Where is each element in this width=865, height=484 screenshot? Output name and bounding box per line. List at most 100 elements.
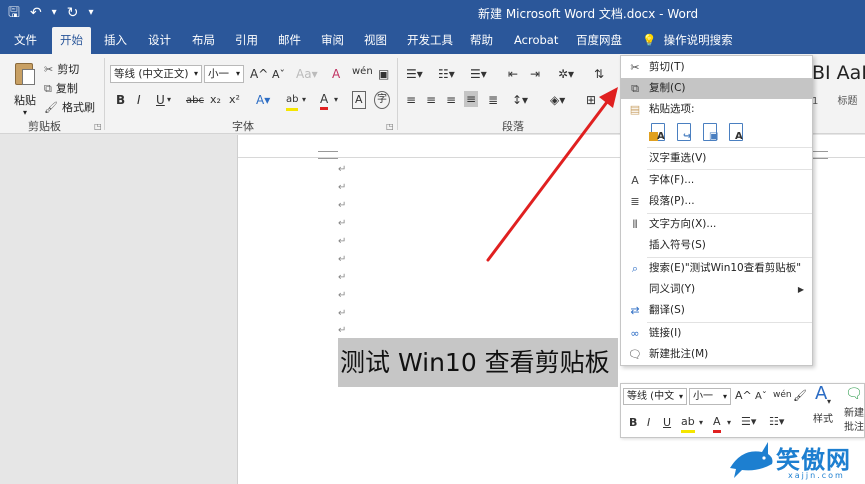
- menu-item-label: 复制(C): [649, 82, 686, 94]
- chinese-layout-button[interactable]: ✲▾: [558, 66, 574, 82]
- char-border-button[interactable]: ▣: [378, 66, 389, 82]
- bold-button[interactable]: B: [116, 92, 125, 108]
- tab-insert[interactable]: 插入: [104, 27, 127, 54]
- strikethrough-button[interactable]: abc: [186, 93, 204, 109]
- menu-item-copy[interactable]: ⧉ 复制(C): [621, 78, 812, 99]
- font-size-combo[interactable]: 小一 ▾: [204, 65, 244, 83]
- line-spacing-button[interactable]: ↕▾: [512, 92, 528, 108]
- mini-numbering-button[interactable]: ☷▾: [769, 414, 784, 430]
- copy-button[interactable]: ⧉ 复制: [44, 79, 95, 98]
- undo-dropdown-icon[interactable]: ▾: [52, 4, 57, 22]
- paste-keep-source-button[interactable]: A: [649, 122, 669, 144]
- save-icon[interactable]: 🖫: [8, 4, 20, 22]
- mini-font-size-combo[interactable]: 小一 ▾: [689, 388, 731, 405]
- menu-item-link[interactable]: ∞ 链接(I): [621, 323, 812, 344]
- tab-baidu-netdisk[interactable]: 百度网盘: [576, 27, 622, 54]
- undo-icon[interactable]: ↶: [30, 4, 42, 22]
- mini-phonetic-button[interactable]: wén: [773, 387, 792, 403]
- tab-mailings[interactable]: 邮件: [278, 27, 301, 54]
- mini-bullets-button[interactable]: ☰▾: [741, 414, 756, 430]
- menu-item-translate[interactable]: ⇄ 翻译(S): [621, 300, 812, 321]
- chevron-down-icon[interactable]: ▾: [699, 415, 703, 431]
- shrink-font-button[interactable]: Aˇ: [272, 67, 285, 83]
- styles-gallery[interactable]: BI AaI: [812, 62, 865, 84]
- multilevel-list-button[interactable]: ☰▾: [470, 66, 487, 82]
- mini-font-name-combo[interactable]: 等线 (中文 ▾: [623, 388, 687, 405]
- paste-button[interactable]: 粘贴 ▾: [10, 60, 40, 117]
- grow-font-button[interactable]: A^: [250, 66, 268, 82]
- menu-item-synonyms[interactable]: 同义词(Y) ▶: [621, 279, 812, 300]
- tab-view[interactable]: 视图: [364, 27, 387, 54]
- phonetic-guide-button[interactable]: wén: [352, 64, 373, 80]
- menu-item-search[interactable]: ⌕ 搜索(E)"测试Win10查看剪贴板": [621, 258, 812, 279]
- font-color-dropdown-icon[interactable]: ▾: [334, 92, 338, 108]
- char-shading-button[interactable]: A: [352, 91, 366, 109]
- clear-formatting-button[interactable]: A: [332, 66, 340, 82]
- mini-shrink-font-button[interactable]: Aˇ: [755, 389, 767, 405]
- tab-help[interactable]: 帮助: [470, 27, 493, 54]
- change-case-button[interactable]: Aa▾: [296, 66, 318, 82]
- menu-item-paragraph[interactable]: ≣ 段落(P)...: [621, 191, 812, 212]
- mini-italic-button[interactable]: I: [647, 415, 650, 431]
- shading-button[interactable]: ◈▾: [550, 92, 565, 108]
- chevron-down-icon[interactable]: ▾: [827, 394, 831, 410]
- paste-merge-format-button[interactable]: ↪: [675, 122, 695, 144]
- menu-item-reconvert[interactable]: 汉字重选(V): [621, 148, 812, 169]
- paste-text-only-button[interactable]: A: [727, 122, 747, 144]
- underline-button[interactable]: U: [156, 92, 165, 108]
- menu-item-new-comment[interactable]: 🗨 新建批注(M): [621, 344, 812, 365]
- menu-item-font[interactable]: A 字体(F)...: [621, 170, 812, 191]
- text-effects-button[interactable]: A▾: [256, 92, 270, 108]
- distributed-button[interactable]: ≣: [488, 92, 498, 108]
- tab-developer[interactable]: 开发工具: [407, 27, 453, 54]
- underline-dropdown-icon[interactable]: ▾: [167, 92, 171, 108]
- clipboard-launcher-icon[interactable]: ◳: [94, 122, 102, 131]
- qat-customize-icon[interactable]: ▾: [88, 4, 93, 22]
- menu-item-insert-symbol[interactable]: 插入符号(S): [621, 235, 812, 256]
- align-right-button[interactable]: ≡: [446, 92, 456, 108]
- mini-font-color-button[interactable]: A: [713, 414, 721, 433]
- selected-text[interactable]: 测试 Win10 查看剪贴板: [338, 338, 618, 387]
- format-painter-button[interactable]: 🖌 格式刷: [44, 98, 95, 117]
- tab-references[interactable]: 引用: [235, 27, 258, 54]
- mini-format-painter-button[interactable]: 🖌: [793, 388, 807, 404]
- italic-button[interactable]: I: [137, 92, 141, 108]
- redo-icon[interactable]: ↻: [67, 4, 79, 22]
- tab-review[interactable]: 审阅: [321, 27, 344, 54]
- highlight-dropdown-icon[interactable]: ▾: [302, 92, 306, 108]
- justify-button[interactable]: ≡: [464, 91, 479, 107]
- bullets-button[interactable]: ☰▾: [406, 66, 423, 82]
- superscript-button[interactable]: x²: [229, 92, 240, 108]
- numbering-button[interactable]: ☷▾: [438, 66, 455, 82]
- increase-indent-button[interactable]: ⇥: [530, 66, 540, 82]
- paste-picture-button[interactable]: ▣: [701, 122, 721, 144]
- tab-design[interactable]: 设计: [148, 27, 171, 54]
- align-left-button[interactable]: ≡: [406, 92, 416, 108]
- tell-me-search[interactable]: 💡 操作说明搜索: [642, 27, 733, 54]
- mini-underline-button[interactable]: U: [663, 415, 671, 431]
- enclose-char-button[interactable]: 字: [374, 91, 390, 109]
- tab-layout[interactable]: 布局: [192, 27, 215, 54]
- tab-file[interactable]: 文件: [14, 27, 37, 54]
- sort-button[interactable]: ⇅: [594, 66, 604, 82]
- mini-new-comment-label-2[interactable]: 批注: [844, 420, 864, 436]
- mini-bold-button[interactable]: B: [629, 415, 637, 431]
- tab-acrobat[interactable]: Acrobat: [514, 27, 558, 54]
- borders-button[interactable]: ⊞: [586, 92, 596, 108]
- font-launcher-icon[interactable]: ◳: [386, 122, 394, 131]
- cut-button[interactable]: ✂ 剪切: [44, 60, 95, 79]
- highlight-button[interactable]: ab: [286, 92, 299, 111]
- menu-item-text-direction[interactable]: ⫴ 文字方向(X)...: [621, 214, 812, 235]
- decrease-indent-button[interactable]: ⇤: [508, 66, 518, 82]
- font-color-button[interactable]: A: [320, 91, 329, 110]
- mini-highlight-button[interactable]: ab: [681, 414, 695, 433]
- font-name-combo[interactable]: 等线 (中文正文) ▾: [110, 65, 202, 83]
- new-comment-icon[interactable]: 🗨: [845, 386, 863, 402]
- mini-grow-font-button[interactable]: A^: [735, 388, 752, 404]
- align-center-button[interactable]: ≡: [426, 92, 436, 108]
- chevron-down-icon[interactable]: ▾: [727, 415, 731, 431]
- tab-home[interactable]: 开始: [52, 27, 91, 54]
- subscript-button[interactable]: x₂: [210, 92, 221, 108]
- menu-item-cut[interactable]: ✂ 剪切(T): [621, 57, 812, 78]
- mini-styles-icon[interactable]: A: [815, 385, 827, 403]
